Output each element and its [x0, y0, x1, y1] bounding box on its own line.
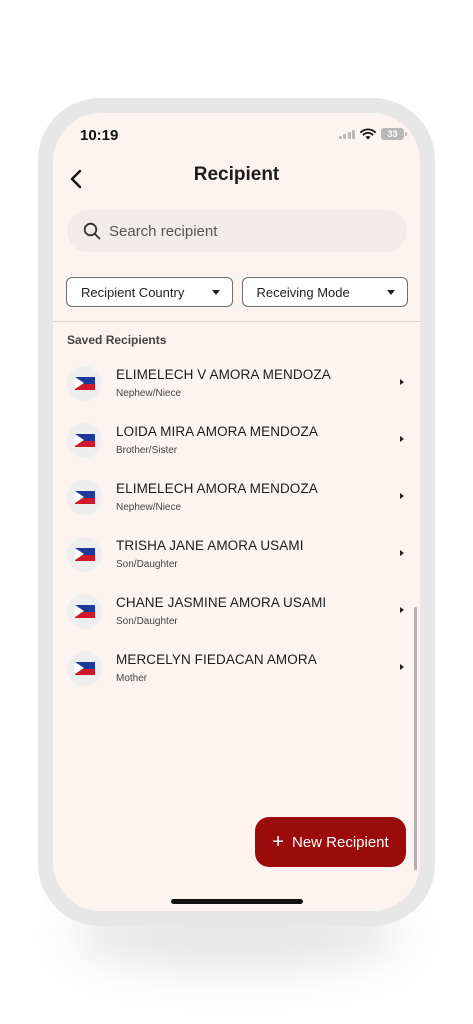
recipient-name: MERCELYN FIEDACAN AMORA — [116, 652, 317, 667]
recipient-relation: Nephew/Niece — [116, 388, 182, 399]
new-recipient-button[interactable]: + New Recipient — [255, 817, 406, 867]
recipient-country-label: Recipient Country — [81, 284, 185, 300]
chevron-right-icon — [400, 550, 404, 556]
flag-avatar — [67, 594, 102, 629]
recipient-relation: Brother/Sister — [116, 445, 178, 456]
flag-avatar — [67, 537, 102, 572]
wifi-icon — [360, 128, 376, 140]
home-indicator — [171, 899, 303, 904]
recipient-row[interactable]: LOIDA MIRA AMORA MENDOZA Brother/Sister — [53, 412, 420, 469]
recipient-name: ELIMELECH V AMORA MENDOZA — [116, 367, 331, 382]
plus-icon: + — [272, 831, 284, 853]
caret-down-icon — [211, 289, 220, 295]
recipient-row[interactable]: ELIMELECH AMORA MENDOZA Nephew/Niece — [53, 469, 420, 526]
philippines-flag-icon — [74, 434, 95, 447]
flag-avatar — [67, 423, 102, 458]
philippines-flag-icon — [74, 548, 95, 561]
search-icon — [83, 222, 101, 240]
app-screen: 10:19 33 Recipient Recipient Country — [53, 113, 420, 911]
caret-down-icon — [387, 289, 395, 295]
philippines-flag-icon — [74, 605, 95, 618]
status-time: 10:19 — [80, 127, 119, 144]
flag-avatar — [67, 651, 102, 686]
recipient-name: CHANE JASMINE AMORA USAMI — [116, 595, 327, 610]
recipient-row[interactable]: MERCELYN FIEDACAN AMORA Mother — [53, 640, 420, 697]
scrollbar[interactable] — [414, 607, 417, 870]
receiving-mode-dropdown[interactable]: Receiving Mode — [241, 277, 408, 307]
status-icons: 33 — [338, 128, 407, 140]
philippines-flag-icon — [74, 377, 95, 390]
battery-icon: 33 — [381, 128, 407, 140]
receiving-mode-label: Receiving Mode — [256, 284, 350, 300]
chevron-right-icon — [400, 436, 404, 442]
recipient-row[interactable]: ELIMELECH V AMORA MENDOZA Nephew/Niece — [53, 355, 420, 412]
recipient-relation: Son/Daughter — [116, 559, 178, 570]
recipient-row[interactable]: CHANE JASMINE AMORA USAMI Son/Daughter — [53, 583, 420, 640]
recipient-row[interactable]: TRISHA JANE AMORA USAMI Son/Daughter — [53, 526, 420, 583]
recipient-name: TRISHA JANE AMORA USAMI — [116, 538, 304, 553]
search-bar[interactable] — [67, 210, 407, 252]
chevron-right-icon — [400, 664, 404, 670]
status-bar: 10:19 33 — [53, 113, 420, 157]
recipient-relation: Nephew/Niece — [116, 502, 182, 513]
chevron-right-icon — [400, 607, 404, 613]
chevron-right-icon — [400, 379, 404, 385]
flag-avatar — [67, 480, 102, 515]
cellular-signal-icon — [338, 129, 355, 139]
recipient-name: LOIDA MIRA AMORA MENDOZA — [116, 424, 318, 439]
new-recipient-label: New Recipient — [291, 833, 389, 851]
filter-bar: Recipient Country Receiving Mode — [66, 277, 408, 307]
recipient-name: ELIMELECH AMORA MENDOZA — [116, 481, 318, 496]
saved-recipients-heading: Saved Recipients — [67, 333, 167, 347]
philippines-flag-icon — [74, 491, 95, 504]
recipient-relation: Son/Daughter — [116, 616, 178, 627]
page-title: Recipient — [193, 164, 280, 185]
divider — [53, 321, 420, 322]
header: Recipient — [53, 157, 420, 201]
search-input[interactable] — [109, 222, 407, 240]
chevron-right-icon — [400, 493, 404, 499]
recipient-country-dropdown[interactable]: Recipient Country — [66, 277, 233, 307]
flag-avatar — [67, 366, 102, 401]
philippines-flag-icon — [74, 662, 95, 675]
recipient-relation: Mother — [116, 673, 148, 684]
recipient-list: ELIMELECH V AMORA MENDOZA Nephew/Niece L… — [53, 355, 420, 697]
